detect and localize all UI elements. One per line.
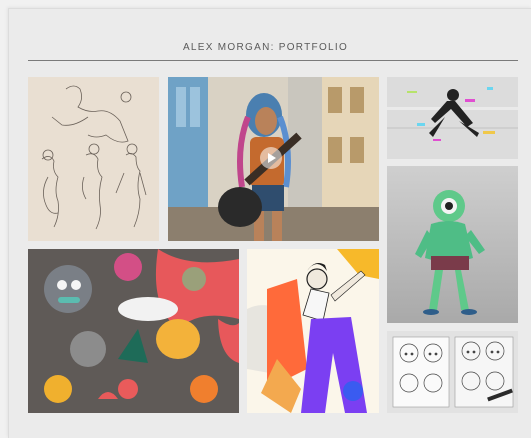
gallery-item-figure-sketches[interactable] [28,77,159,241]
gallery-item-doodle-pattern[interactable] [28,249,239,413]
illustrated-woman-image [247,249,379,413]
gallery-item-manga-sketchbook[interactable] [387,331,518,413]
manga-sketchbook-image [387,331,518,413]
green-character-image [387,166,518,323]
title-divider [28,60,518,61]
doodle-pattern-image [28,249,239,413]
gallery-item-glitch-dancer[interactable] [387,77,518,159]
gallery-item-illustrated-woman[interactable] [247,249,379,413]
figure-sketches-image [28,77,159,241]
gallery-item-guitarist-photo[interactable] [168,77,379,241]
gallery-item-green-character[interactable] [387,166,518,323]
page-title: ALEX MORGAN: PORTFOLIO [182,42,349,53]
play-icon[interactable] [260,147,282,169]
glitch-dancer-image [387,77,518,159]
